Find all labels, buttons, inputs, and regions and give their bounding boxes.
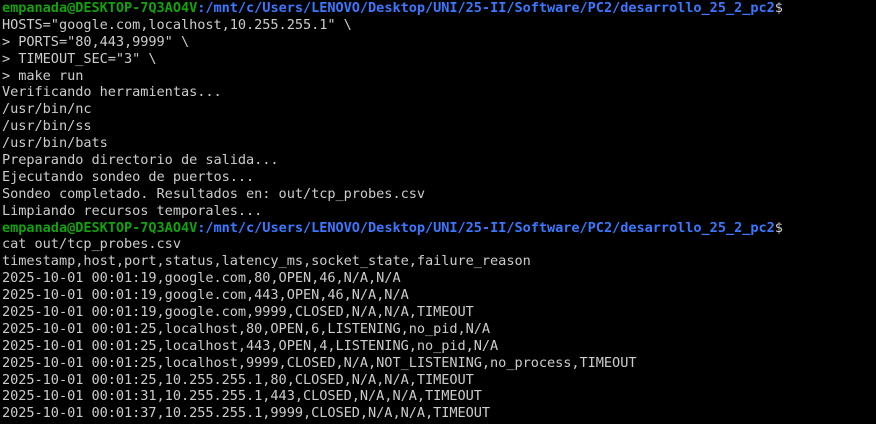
- prompt-user-host: empanada@DESKTOP-7Q3AO4V: [2, 0, 198, 16]
- output-line: /usr/bin/ss: [2, 118, 92, 135]
- csv-header-line: timestamp,host,port,status,latency_ms,so…: [2, 253, 531, 270]
- output-line: > TIMEOUT_SEC="3" \: [2, 50, 157, 67]
- output-line: Limpiando recursos temporales...: [2, 202, 263, 219]
- csv-row: 2025-10-01 00:01:19,google.com,80,OPEN,4…: [2, 270, 401, 287]
- csv-row: 2025-10-01 00:01:25,localhost,443,OPEN,4…: [2, 337, 499, 354]
- csv-row: 2025-10-01 00:01:25,localhost,9999,CLOSE…: [2, 354, 637, 371]
- output-line: /usr/bin/bats: [2, 135, 108, 152]
- output-line: > PORTS="80,443,9999" \: [2, 33, 190, 50]
- terminal-window[interactable]: empanada@DESKTOP-7Q3AO4V:/mnt/c/Users/LE…: [0, 0, 876, 424]
- command-line: cat out/tcp_probes.csv: [2, 236, 181, 253]
- output-line: Verificando herramientas...: [2, 84, 222, 101]
- csv-row: 2025-10-01 00:01:19,google.com,443,OPEN,…: [2, 287, 409, 304]
- csv-row: 2025-10-01 00:01:19,google.com,9999,CLOS…: [2, 304, 474, 321]
- prompt-user-host: empanada@DESKTOP-7Q3AO4V: [2, 219, 198, 236]
- csv-row: 2025-10-01 00:01:31,10.255.255.1,443,CLO…: [2, 388, 482, 405]
- csv-row: 2025-10-01 00:01:25,10.255.255.1,80,CLOS…: [2, 371, 474, 388]
- output-line: /usr/bin/nc: [2, 101, 92, 118]
- output-line: Sondeo completado. Resultados en: out/tc…: [2, 185, 425, 202]
- prompt-path: :/mnt/c/Users/LENOVO/Desktop/UNI/25-II/S…: [197, 0, 775, 16]
- prompt-line: empanada@DESKTOP-7Q3AO4V:/mnt/c/Users/LE…: [2, 0, 876, 17]
- prompt-line: empanada@DESKTOP-7Q3AO4V:/mnt/c/Users/LE…: [2, 220, 876, 237]
- output-line: > make run: [2, 67, 84, 84]
- prompt-symbol: $: [774, 0, 783, 16]
- output-line: HOSTS="google.com,localhost,10.255.255.1…: [2, 16, 352, 33]
- csv-row: 2025-10-01 00:01:25,localhost,80,OPEN,6,…: [2, 320, 491, 337]
- output-line: Preparando directorio de salida...: [2, 152, 279, 169]
- csv-row: 2025-10-01 00:01:37,10.255.255.1,9999,CL…: [2, 405, 491, 422]
- prompt-symbol: $: [774, 219, 783, 236]
- prompt-path: :/mnt/c/Users/LENOVO/Desktop/UNI/25-II/S…: [197, 219, 775, 236]
- output-line: Ejecutando sondeo de puertos...: [2, 168, 255, 185]
